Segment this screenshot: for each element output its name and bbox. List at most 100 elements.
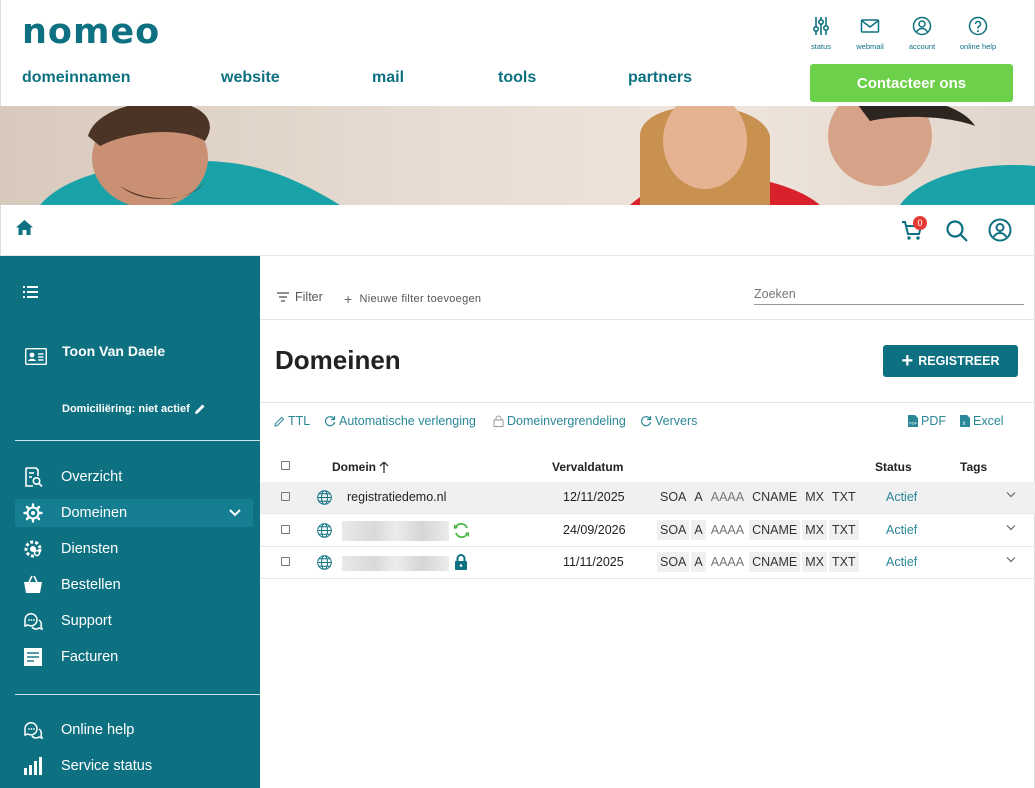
gear-icon [23,503,43,523]
sidebar-item-label: Support [61,613,112,629]
redacted-domain-name[interactable] [342,556,449,571]
pencil-icon [274,416,285,427]
record-soa[interactable]: SOA [657,487,690,507]
row-checkbox[interactable] [281,492,290,501]
account-link[interactable]: account [897,16,947,51]
search-icon[interactable] [945,219,969,243]
sidebar-item-bestellen[interactable]: Bestellen [15,571,253,599]
record-aaaa[interactable]: AAAA [708,552,747,572]
chevron-down-icon[interactable] [1006,524,1016,531]
plus-icon: + [344,291,353,307]
nav-partners[interactable]: partners [628,69,692,87]
online-help-link[interactable]: online help [953,16,1003,51]
column-header-status[interactable]: Status [875,460,912,474]
record-soa[interactable]: SOA [657,552,690,572]
ttl-label: TTL [288,414,311,428]
record-a[interactable]: A [691,487,706,507]
globe-icon [317,490,332,505]
chevron-down-icon[interactable] [1006,491,1016,498]
table-row[interactable]: 11/11/2025 SOA A AAAA CNAME MX TXT Actie… [260,547,1035,579]
page-title: Domeinen [275,345,401,375]
record-a[interactable]: A [691,552,706,572]
dns-records: SOA A AAAA CNAME MX TXT [657,487,859,507]
dns-records: SOA A AAAA CNAME MX TXT [657,552,859,572]
title-divider [260,402,1035,403]
domain-name[interactable]: registratiedemo.nl [347,490,446,504]
search-input[interactable] [754,283,1024,305]
status-link[interactable]: status [796,16,846,51]
record-txt[interactable]: TXT [829,520,859,540]
sidebar-divider [15,694,260,695]
ttl-button[interactable]: TTL [274,414,310,428]
add-filter-button[interactable]: + Nieuwe filter toevoegen [344,291,481,307]
row-checkbox[interactable] [281,557,290,566]
sliders-icon [812,17,830,35]
record-txt[interactable]: TXT [829,487,859,507]
register-button[interactable]: + REGISTREER [883,345,1018,377]
refresh-button[interactable]: Ververs [640,414,697,428]
services-icon [24,540,42,558]
nav-mail[interactable]: mail [372,69,404,87]
sidebar-item-facturen[interactable]: Facturen [15,643,253,671]
column-header-domain[interactable]: Domein [332,460,389,474]
lock-button[interactable]: Domeinvergrendeling [493,414,626,428]
pdf-export-button[interactable]: PDF PDF [908,414,946,428]
auto-renew-button[interactable]: Automatische verlenging [324,414,476,428]
profile-icon[interactable] [988,218,1012,242]
excel-export-button[interactable]: x Excel [960,414,1004,428]
expiry-date: 11/11/2025 [563,555,624,569]
account-label: account [908,42,936,51]
globe-icon [317,523,332,538]
select-all-checkbox[interactable] [281,461,290,470]
expiry-date: 12/11/2025 [563,490,625,504]
record-mx[interactable]: MX [802,552,828,572]
nav-domeinnamen[interactable]: domeinnamen [22,69,130,87]
record-aaaa[interactable]: AAAA [708,487,747,507]
record-cname[interactable]: CNAME [749,552,801,572]
site-header: nomeo status webmail account online help… [0,0,1035,106]
record-cname[interactable]: CNAME [749,520,801,540]
record-mx[interactable]: MX [802,520,828,540]
online-help-label: online help [959,42,997,51]
contact-button[interactable]: Contacteer ons [810,64,1013,102]
nav-website[interactable]: website [221,69,280,87]
table-row[interactable]: 24/09/2026 SOA A AAAA CNAME MX TXT Actie… [260,515,1035,547]
lock-icon [455,554,467,570]
chevron-down-icon [229,509,241,517]
sidebar-item-domeinen[interactable]: Domeinen [15,499,253,527]
auto-renew-label: Automatische verlenging [339,414,476,428]
sidebar-item-label: Overzicht [61,469,123,485]
sidebar-item-diensten[interactable]: Diensten [15,535,253,563]
webmail-link[interactable]: webmail [845,16,895,51]
sidebar-item-service-status[interactable]: Service status [15,752,253,780]
record-soa[interactable]: SOA [657,520,690,540]
row-checkbox[interactable] [281,525,290,534]
record-txt[interactable]: TXT [829,552,859,572]
padlock-icon [493,415,504,427]
nav-tools[interactable]: tools [498,69,536,87]
record-mx[interactable]: MX [802,487,828,507]
record-cname[interactable]: CNAME [749,487,801,507]
basket-icon [24,575,42,593]
sidebar-item-label: Service status [61,758,153,774]
record-a[interactable]: A [691,520,706,540]
domiciliation-status[interactable]: Domiciliëring: niet actief [62,403,206,415]
menu-toggle-icon[interactable] [23,286,38,298]
redacted-domain-name[interactable] [342,521,449,541]
nomeo-logo[interactable]: nomeo [22,12,160,52]
filter-button[interactable]: Filter [277,290,323,304]
bars-icon [24,757,42,775]
sidebar-item-overzicht[interactable]: Overzicht [15,463,253,491]
sidebar-item-online-help[interactable]: Online help [15,716,253,744]
sidebar-item-support[interactable]: Support [15,607,253,635]
sort-asc-icon [379,461,389,473]
column-header-expiry[interactable]: Vervaldatum [552,460,623,474]
record-aaaa[interactable]: AAAA [708,520,747,540]
table-row[interactable]: registratiedemo.nl 12/11/2025 SOA A AAAA… [260,482,1035,514]
user-name: Toon Van Daele [62,343,166,359]
chevron-down-icon[interactable] [1006,556,1016,563]
pdf-label: PDF [921,414,946,428]
home-icon[interactable] [16,220,33,235]
cart-button[interactable]: 0 [901,216,927,245]
column-header-label: Domein [332,460,377,474]
